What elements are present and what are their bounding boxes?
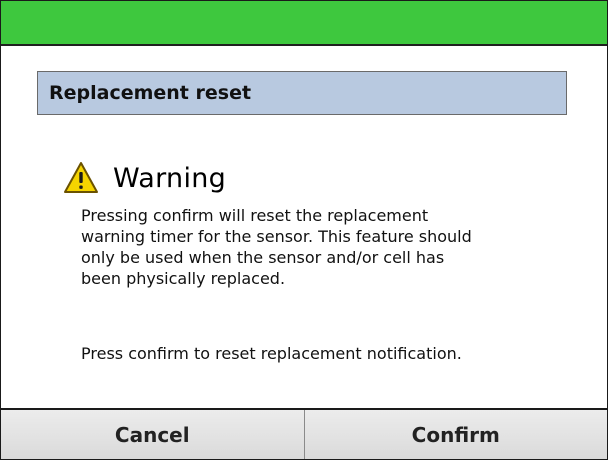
replacement-reset-screen: Replacement reset Warning Pressing confi…: [0, 0, 608, 460]
warning-message-line: warning timer for the sensor. This featu…: [81, 227, 472, 246]
cancel-button[interactable]: Cancel: [1, 410, 304, 459]
warning-message-line: only be used when the sensor and/or cell…: [81, 248, 445, 267]
warning-message-line: Pressing confirm will reset the replacem…: [81, 206, 429, 225]
confirm-button[interactable]: Confirm: [303, 410, 607, 459]
warning-heading: Warning: [63, 161, 226, 195]
warning-title: Warning: [113, 162, 227, 194]
confirm-instruction: Press confirm to reset replacement notif…: [81, 344, 462, 363]
warning-message-line: been physically replaced.: [81, 269, 286, 288]
softkey-bar: Cancel Confirm: [1, 410, 607, 459]
section-title: Replacement reset: [49, 82, 252, 104]
warning-message: Pressing confirm will reset the replacem…: [81, 205, 561, 289]
section-header: Replacement reset: [37, 71, 567, 115]
warning-triangle-icon: [64, 162, 98, 193]
status-bar: [1, 1, 607, 46]
